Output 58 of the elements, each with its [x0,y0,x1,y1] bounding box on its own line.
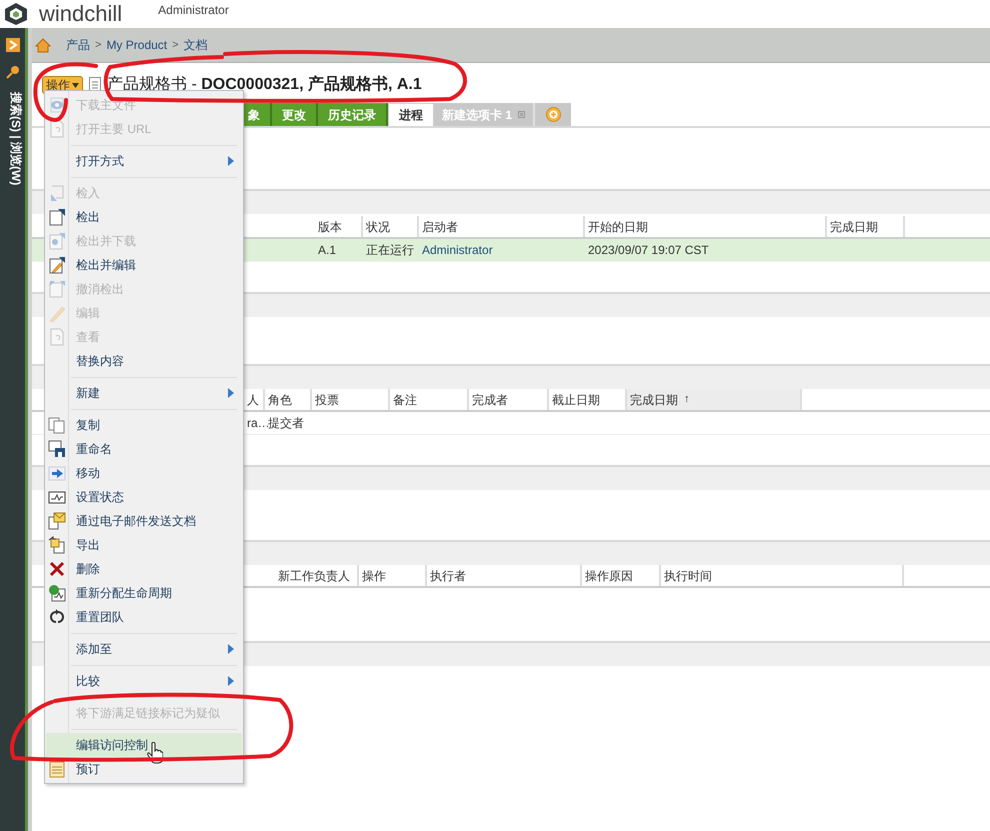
search-icon [6,65,20,79]
table-cell: 正在运行 [366,243,414,257]
column-header[interactable]: 执行者 [427,565,582,586]
user-link[interactable]: Administrator [422,243,493,257]
column-header[interactable]: 角色 [265,389,312,410]
column-header[interactable]: 版本 [315,216,363,237]
submenu-arrow-icon [228,388,234,398]
column-header[interactable]: 完成日期 ↑ [627,389,802,410]
menu-item[interactable]: 重命名 [46,437,242,461]
caret-icon [72,82,79,88]
menu-item[interactable]: 删除 [46,557,242,581]
column-header[interactable]: 开始的日期 [585,216,827,237]
table-cell: A.1 [318,243,336,257]
breadcrumb-separator: > [95,38,102,53]
breadcrumb-separator: > [172,38,179,53]
table-cell: 2023/09/07 19:07 CST [588,243,709,257]
breadcrumb-link[interactable]: 文档 [184,36,208,54]
expand-icon [6,38,20,52]
column-header[interactable]: 截止日期 [549,389,627,410]
column-header[interactable]: 备注 [390,389,469,410]
table-cell: 提交者 [268,416,304,430]
menu-item[interactable]: 编辑访问控制 [46,733,242,757]
hand-cursor-icon [147,742,163,764]
menu-item[interactable]: 新建 [46,381,242,405]
column-header[interactable]: 人 [244,389,265,410]
close-icon [518,111,526,118]
column-header[interactable]: 状况 [363,216,419,237]
breadcrumb-link[interactable]: 产品 [66,36,90,54]
menu-item[interactable]: 检出 [46,205,242,229]
column-header[interactable]: 操作原因 [582,565,661,586]
menu-item[interactable]: 比较 [46,669,242,693]
menu-item[interactable]: 添加至 [46,637,242,661]
submenu-arrow-icon [228,676,234,686]
menu-item[interactable]: 移动 [46,461,242,485]
column-header[interactable]: 执行时间 [661,565,904,586]
column-header[interactable]: 新工作负责人 [275,565,359,586]
menu-item[interactable]: 打开方式 [46,149,242,173]
app-logo-text: windchill [39,2,122,26]
submenu-arrow-icon [228,156,234,166]
menu-item[interactable]: 复制 [46,413,242,437]
column-header[interactable]: 启动者 [419,216,585,237]
menu-item[interactable]: 预订 [46,757,242,781]
column-header[interactable]: 操作 [359,565,427,586]
menu-item[interactable]: 导出 [46,533,242,557]
submenu-arrow-icon [228,644,234,654]
breadcrumb-link[interactable]: My Product [106,36,168,54]
menu-item[interactable]: 设置状态 [46,485,242,509]
menu-item[interactable]: 重新分配生命周期 [46,581,242,605]
user-name: Administrator [158,2,229,19]
plus-icon [546,107,561,122]
menu-item[interactable]: 通过电子邮件发送文档 [46,509,242,533]
add-tab-button[interactable] [535,103,572,126]
sidebar-tab-label[interactable]: 搜索(S) | 浏览(W) [9,92,22,186]
column-header[interactable]: 投票 [312,389,390,410]
tab[interactable]: 进程 [388,103,434,126]
menu-item[interactable]: 替换内容 [46,349,242,373]
menu-item[interactable]: 重置团队 [46,605,242,629]
home-icon [35,38,51,52]
